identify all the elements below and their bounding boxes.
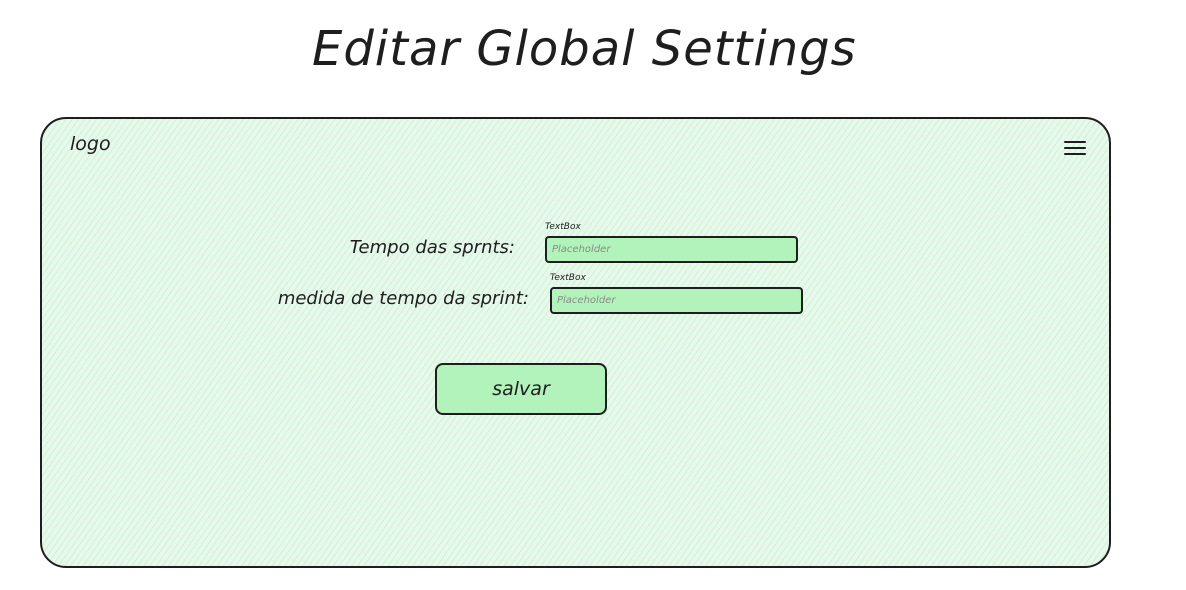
sprint-time-input[interactable] bbox=[545, 236, 798, 263]
page-title: Editar Global Settings bbox=[312, 21, 857, 77]
textbox-caption: TextBox bbox=[545, 222, 581, 232]
textbox-caption: TextBox bbox=[550, 273, 586, 283]
logo[interactable]: logo bbox=[70, 133, 111, 155]
app-frame: logo TextBox Tempo das sprnts: TextBox m… bbox=[40, 117, 1111, 568]
sprint-time-unit-input[interactable] bbox=[550, 287, 803, 314]
hamburger-menu-icon[interactable] bbox=[1064, 141, 1086, 159]
sprint-time-unit-label: medida de tempo da sprint: bbox=[277, 288, 529, 309]
sprint-time-label: Tempo das sprnts: bbox=[349, 237, 515, 258]
save-button[interactable]: salvar bbox=[435, 363, 607, 415]
